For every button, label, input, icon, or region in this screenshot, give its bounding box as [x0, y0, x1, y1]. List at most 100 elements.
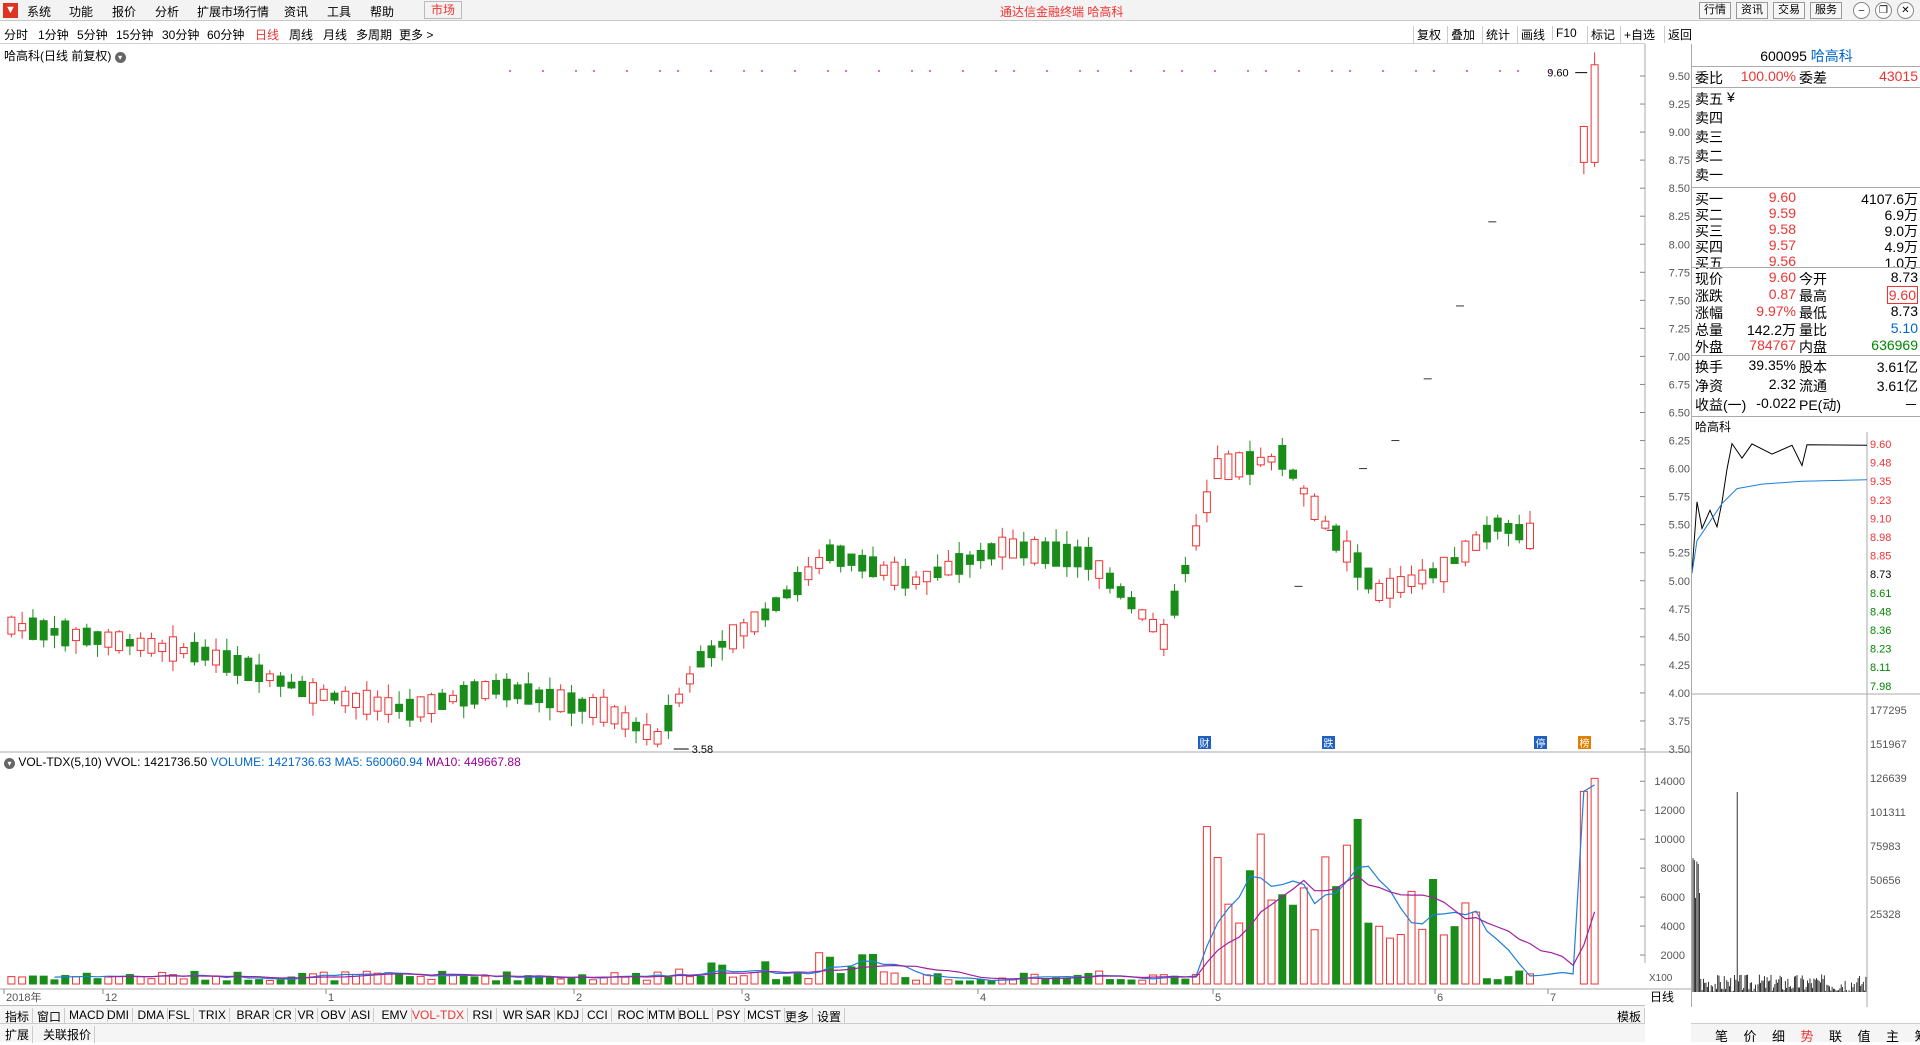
restore-icon[interactable]: ❐ — [1875, 2, 1892, 19]
menu-item-ext-market[interactable]: 扩展市场行情 — [197, 3, 269, 20]
volume-bar — [1268, 900, 1275, 984]
menu-item-news[interactable]: 资讯 — [284, 3, 308, 20]
period-tab-15min[interactable]: 15分钟 — [116, 26, 153, 43]
period-tab-1min[interactable]: 1分钟 — [38, 26, 69, 43]
volume-bar — [805, 979, 812, 984]
quote-tab[interactable]: 联 — [1829, 1026, 1842, 1045]
minimize-icon[interactable]: – — [1853, 2, 1870, 19]
period-tab-daily[interactable]: 日线 — [255, 26, 279, 43]
volume-bar — [622, 977, 629, 984]
candle-body — [266, 674, 273, 681]
tool-button-stats[interactable]: 统计 — [1482, 26, 1513, 43]
event-marker-label[interactable]: 榜 — [1580, 737, 1590, 750]
period-tab-more[interactable]: 更多 > — [399, 26, 433, 43]
volume-bar — [406, 977, 413, 984]
status-tab-ext[interactable]: 扩展 — [2, 1026, 33, 1043]
nav-button-trade[interactable]: 交易 — [1773, 2, 1805, 19]
period-tab-60min[interactable]: 60分钟 — [207, 26, 244, 43]
volume-bar — [1311, 930, 1318, 984]
event-marker-label[interactable]: 停 — [1536, 737, 1546, 750]
period-tab-multi[interactable]: 多周期 — [356, 26, 392, 43]
candle-body — [945, 561, 952, 575]
indicator-tab[interactable]: CCI — [584, 1008, 612, 1022]
indicator-tab[interactable]: VOL-TDX — [409, 1008, 468, 1022]
indicator-tab[interactable]: BOLL — [676, 1008, 714, 1022]
period-tab-monthly[interactable]: 月线 — [323, 26, 347, 43]
volume-options-icon[interactable]: ▾ — [4, 758, 15, 769]
indicator-tab[interactable]: CR — [272, 1008, 296, 1022]
nav-button-quotes[interactable]: 行情 — [1699, 2, 1731, 19]
indicator-tab[interactable]: VR — [295, 1008, 319, 1022]
quote-tab[interactable]: 势 — [1801, 1026, 1814, 1045]
indicator-tab[interactable]: FSL — [165, 1008, 194, 1022]
menu-item-function[interactable]: 功能 — [69, 3, 93, 20]
quote-tab[interactable]: 主 — [1886, 1026, 1899, 1045]
tool-button-overlay[interactable]: 叠加 — [1447, 26, 1478, 43]
menu-item-system[interactable]: 系统 — [27, 3, 51, 20]
nav-button-news[interactable]: 资讯 — [1736, 2, 1768, 19]
tool-button-add-watch[interactable]: +自选 — [1620, 26, 1658, 43]
indicator-tab[interactable]: ASI — [348, 1008, 374, 1022]
tool-button-back[interactable]: 返回 — [1664, 26, 1695, 43]
sell-level-row: 卖五¥ — [1692, 89, 1920, 107]
nav-button-service[interactable]: 服务 — [1810, 2, 1842, 19]
candle-body — [546, 689, 553, 707]
period-tab-timeshare[interactable]: 分时 — [4, 26, 28, 43]
indicator-tab[interactable]: MCST — [744, 1008, 785, 1022]
menu-item-market[interactable]: 市场 — [424, 1, 462, 19]
menu-item-analysis[interactable]: 分析 — [155, 3, 179, 20]
intraday-mini-chart[interactable]: 9.609.489.359.239.108.988.858.738.618.48… — [1692, 432, 1920, 1007]
period-tab-30min[interactable]: 30分钟 — [162, 26, 199, 43]
quote-tab[interactable]: 笔 — [1715, 1026, 1728, 1045]
candle-body — [1419, 570, 1426, 584]
quote-tab[interactable]: 筹 — [1915, 1026, 1920, 1045]
indicator-tab[interactable]: RSI — [470, 1008, 497, 1022]
volume-bar — [557, 979, 564, 984]
volume-bar — [676, 969, 683, 984]
price-tick-label: 5.50 — [1669, 520, 1690, 532]
tool-button-mark[interactable]: 标记 — [1587, 26, 1618, 43]
event-marker-label[interactable]: 跌 — [1324, 737, 1334, 750]
kline-chart[interactable]: 9.509.259.008.758.508.258.007.757.507.25… — [0, 44, 1691, 1007]
tool-button-f10[interactable]: F10 — [1552, 26, 1580, 40]
quote-tab[interactable]: 值 — [1858, 1026, 1871, 1045]
indicator-tab[interactable]: SAR — [523, 1008, 555, 1022]
quote-tab[interactable]: 价 — [1744, 1026, 1757, 1045]
stat-value: 8.73 — [1891, 269, 1918, 285]
indicator-tab[interactable]: DMI — [104, 1008, 133, 1022]
indicator-tab[interactable]: ROC — [615, 1008, 649, 1022]
status-tab-related[interactable]: 关联报价 — [40, 1026, 95, 1043]
app-logo-icon[interactable]: ▼ — [3, 3, 18, 18]
indicator-tab[interactable]: KDJ — [554, 1008, 584, 1022]
candle-body — [73, 629, 80, 640]
indicator-tab[interactable]: PSY — [714, 1008, 745, 1022]
candle-body — [1063, 544, 1070, 566]
indicator-tab[interactable]: MACD — [66, 1008, 108, 1022]
price-tick-label: 4.50 — [1669, 632, 1690, 644]
menu-item-quote[interactable]: 报价 — [112, 3, 136, 20]
indicator-tab[interactable]: EMV — [379, 1008, 412, 1022]
candle-body — [1246, 452, 1253, 475]
tool-button-draw[interactable]: 画线 — [1517, 26, 1548, 43]
menu-item-help[interactable]: 帮助 — [370, 3, 394, 20]
indicator-tab[interactable]: OBV — [318, 1008, 350, 1022]
period-tab-5min[interactable]: 5分钟 — [77, 26, 108, 43]
indicator-tab[interactable]: TRIX — [196, 1008, 230, 1022]
volume-indicator-name[interactable]: VOL-TDX(5,10) — [18, 755, 101, 769]
candle-body — [1365, 568, 1372, 589]
event-marker-label[interactable]: 财 — [1200, 737, 1210, 750]
event-dot — [575, 70, 577, 72]
indicator-tab[interactable]: MTM — [645, 1008, 679, 1022]
tool-button-adjust[interactable]: 复权 — [1413, 26, 1444, 43]
volume-bar — [8, 977, 15, 984]
menu-item-tools[interactable]: 工具 — [327, 3, 351, 20]
period-tab-weekly[interactable]: 周线 — [289, 26, 313, 43]
indicator-tab[interactable]: BRAR — [234, 1008, 274, 1022]
indicator-tab[interactable]: DMA — [135, 1008, 169, 1022]
volume-bar — [83, 973, 90, 984]
price-tick-label: 6.75 — [1669, 379, 1690, 391]
quote-tab[interactable]: 细 — [1772, 1026, 1785, 1045]
close-icon[interactable]: ✕ — [1897, 2, 1914, 19]
candle-body — [213, 650, 220, 665]
stat-label: 内盘 — [1799, 337, 1827, 357]
